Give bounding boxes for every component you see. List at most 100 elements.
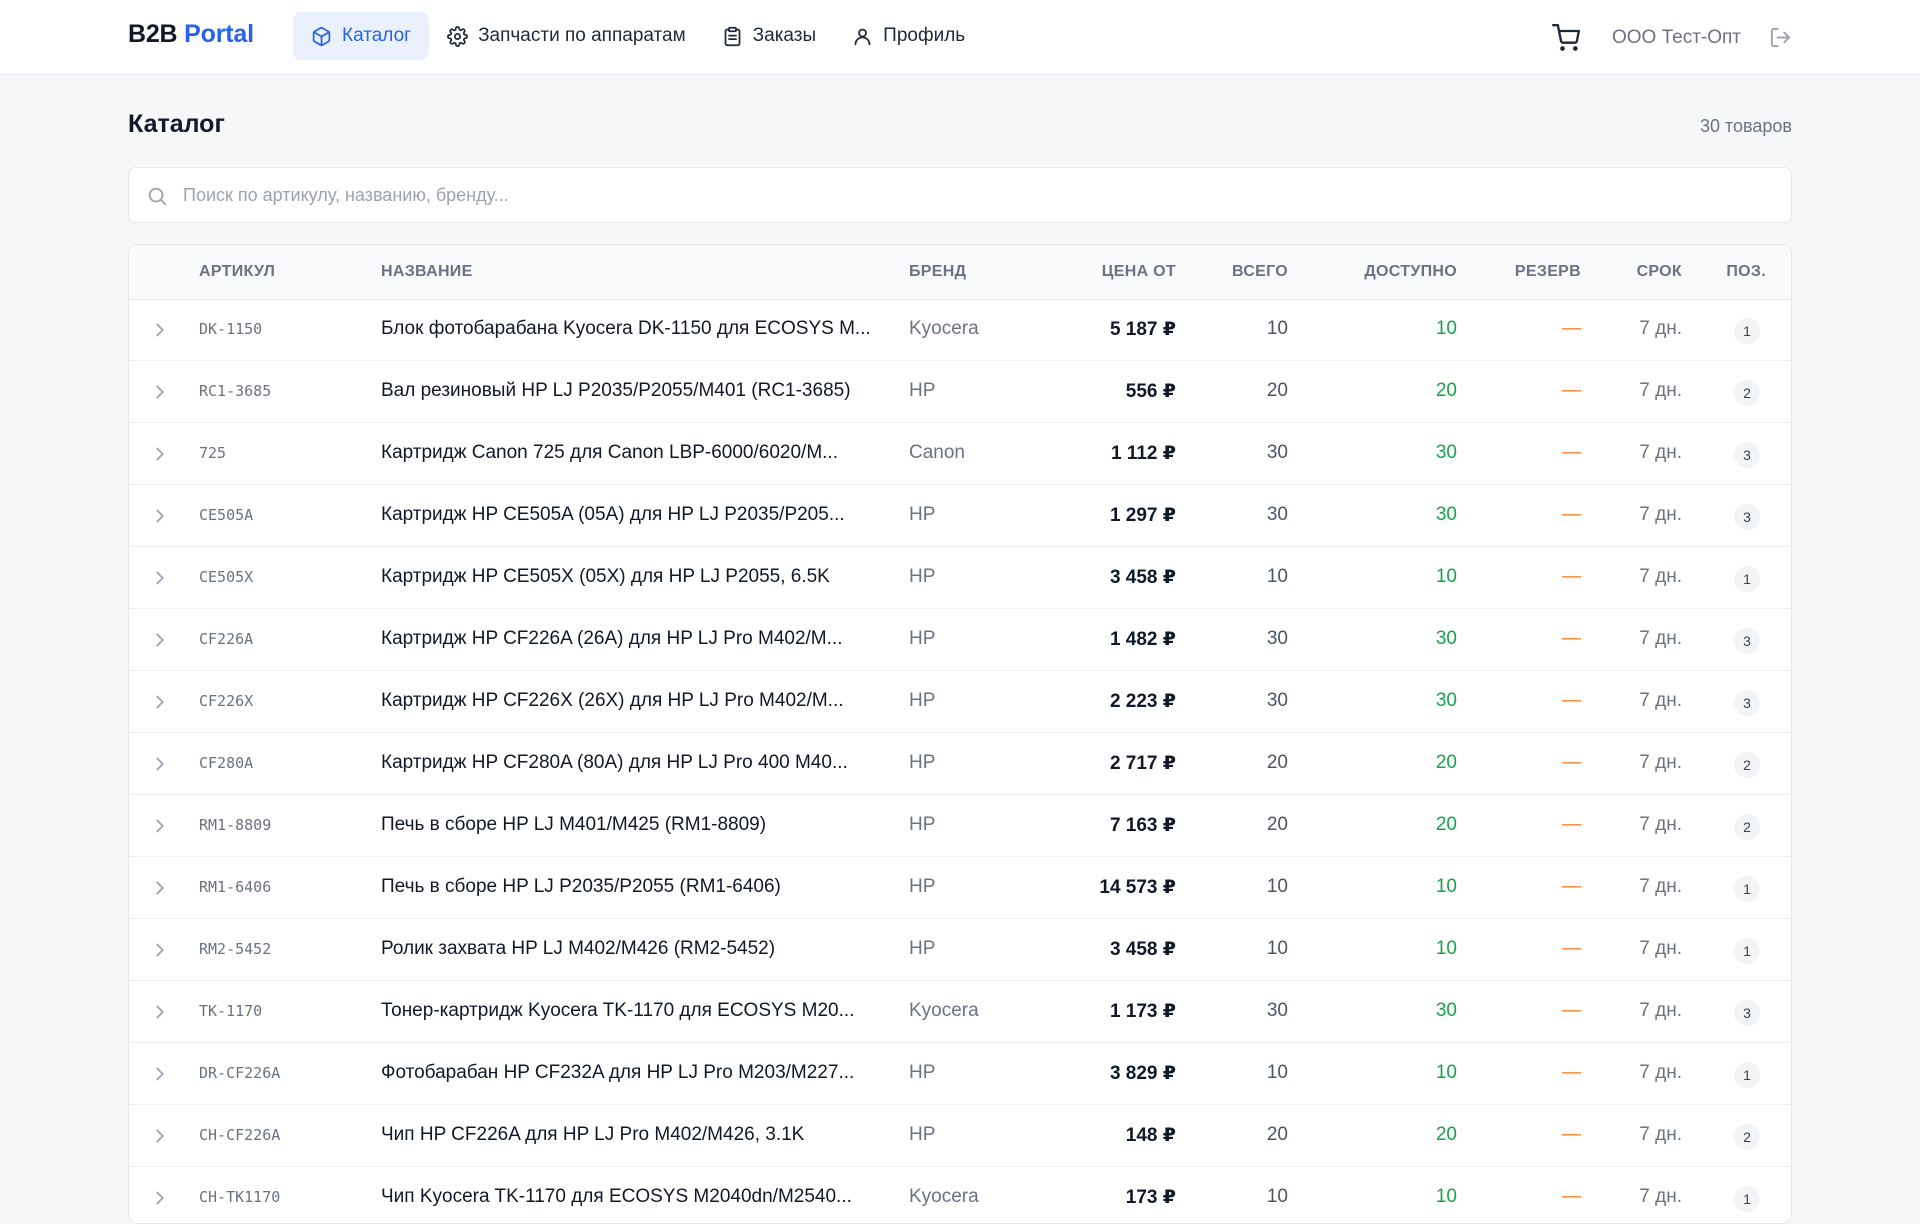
sku-cell: RM1-8809 (199, 816, 272, 834)
name-cell: Чип Kyocera TK-1170 для ECOSYS M2040dn/M… (381, 1186, 852, 1207)
total-cell: 10 (1266, 1062, 1288, 1083)
sku-cell: CE505A (199, 506, 254, 524)
table-row[interactable]: CF280A Картридж HP CF280A (80A) для HP LJ… (129, 734, 1791, 795)
reserve-cell: — (1562, 1000, 1581, 1021)
name-cell: Картридж HP CF226X (26X) для HP LJ Pro M… (381, 690, 844, 711)
chevron-right-icon[interactable] (149, 1187, 171, 1209)
name-cell: Блок фотобарабана Kyocera DK-1150 для EC… (381, 318, 871, 339)
term-cell: 7 дн. (1639, 1000, 1682, 1021)
table-row[interactable]: TK-1170 Тонер-картридж Kyocera TK-1170 дл… (129, 982, 1791, 1043)
name-cell: Тонер-картридж Kyocera TK-1170 для ECOSY… (381, 1000, 855, 1021)
logo-portal: Portal (184, 20, 254, 48)
column-header-brand[interactable]: БРЕНД (909, 263, 966, 281)
term-cell: 7 дн. (1639, 690, 1682, 711)
total-cell: 30 (1266, 690, 1288, 711)
brand-cell: Kyocera (909, 318, 979, 339)
chevron-right-icon[interactable] (149, 1125, 171, 1147)
positions-badge: 1 (1734, 318, 1760, 344)
total-cell: 10 (1266, 1186, 1288, 1207)
table-row[interactable]: CE505A Картридж HP CE505A (05A) для HP LJ… (129, 486, 1791, 547)
table-row[interactable]: DK-1150 Блок фотобарабана Kyocera DK-1150… (129, 300, 1791, 361)
column-header-name[interactable]: НАЗВАНИЕ (381, 263, 473, 281)
reserve-cell: — (1562, 1062, 1581, 1083)
search-icon (148, 187, 167, 206)
price-cell: 3 458 ₽ (1109, 939, 1176, 960)
term-cell: 7 дн. (1639, 938, 1682, 959)
column-header-available[interactable]: ДОСТУПНО (1364, 263, 1457, 281)
column-header-sku[interactable]: АРТИКУЛ (199, 263, 275, 281)
total-cell: 10 (1266, 566, 1288, 587)
sku-cell: CH-TK1170 (199, 1188, 281, 1206)
table-row[interactable]: RM1-6406 Печь в сборе HP LJ P2035/P2055 (… (129, 858, 1791, 919)
chevron-right-icon[interactable] (149, 1063, 171, 1085)
brand-cell: HP (909, 566, 936, 587)
chevron-right-icon[interactable] (149, 1001, 171, 1023)
price-cell: 14 573 ₽ (1099, 877, 1176, 898)
available-cell: 30 (1435, 690, 1457, 711)
name-cell: Картридж HP CE505A (05A) для HP LJ P2035… (381, 504, 845, 525)
table-row[interactable]: CF226X Картридж HP CF226X (26X) для HP LJ… (129, 672, 1791, 733)
reserve-cell: — (1562, 876, 1581, 897)
reserve-cell: — (1562, 566, 1581, 587)
nav-item-profile[interactable]: Профиль (834, 12, 983, 60)
table-row[interactable]: CH-TK1170 Чип Kyocera TK-1170 для ECOSYS … (129, 1168, 1791, 1223)
reserve-cell: — (1562, 628, 1581, 649)
chevron-right-icon[interactable] (149, 629, 171, 651)
sku-cell: 725 (199, 444, 227, 462)
available-cell: 10 (1435, 1062, 1457, 1083)
logo-b2b: B2B (128, 20, 178, 48)
table-row[interactable]: RC1-3685 Вал резиновый HP LJ P2035/P2055/… (129, 362, 1791, 423)
column-header-positions[interactable]: ПОЗ. (1726, 263, 1766, 281)
table-row[interactable]: CH-CF226A Чип HP CF226A для HP LJ Pro M40… (129, 1106, 1791, 1167)
positions-badge: 1 (1734, 938, 1760, 964)
table-row[interactable]: CE505X Картридж HP CE505X (05X) для HP LJ… (129, 548, 1791, 609)
chevron-right-icon[interactable] (149, 319, 171, 341)
logo[interactable]: B2B Portal (128, 20, 254, 49)
table-row[interactable]: CF226A Картридж HP CF226A (26A) для HP LJ… (129, 610, 1791, 671)
price-cell: 2 717 ₽ (1109, 753, 1176, 774)
term-cell: 7 дн. (1639, 380, 1682, 401)
reserve-cell: — (1562, 690, 1581, 711)
name-cell: Фотобарабан HP CF232A для HP LJ Pro M203… (381, 1062, 855, 1083)
brand-cell: Canon (909, 442, 965, 463)
column-header-total[interactable]: ВСЕГО (1232, 263, 1288, 281)
logout-icon[interactable] (1769, 26, 1792, 49)
chevron-right-icon[interactable] (149, 381, 171, 403)
reserve-cell: — (1562, 1186, 1581, 1207)
table-row[interactable]: RM1-8809 Печь в сборе HP LJ M401/M425 (RM… (129, 796, 1791, 857)
price-cell: 556 ₽ (1125, 381, 1176, 402)
table-row[interactable]: DR-CF226A Фотобарабан HP CF232A для HP LJ… (129, 1044, 1791, 1105)
available-cell: 10 (1435, 1186, 1457, 1207)
positions-badge: 3 (1734, 504, 1760, 530)
term-cell: 7 дн. (1639, 1062, 1682, 1083)
reserve-cell: — (1562, 938, 1581, 959)
sku-cell: CE505X (199, 568, 254, 586)
chevron-right-icon[interactable] (149, 691, 171, 713)
user-icon (854, 28, 871, 45)
chevron-right-icon[interactable] (149, 505, 171, 527)
page-title: Каталог (128, 110, 225, 138)
chevron-right-icon[interactable] (149, 567, 171, 589)
column-header-price[interactable]: ЦЕНА ОТ (1102, 263, 1176, 281)
name-cell: Чип HP CF226A для HP LJ Pro M402/M426, 3… (381, 1124, 805, 1145)
cart-icon[interactable] (1551, 23, 1580, 52)
available-cell: 30 (1435, 628, 1457, 649)
chevron-right-icon[interactable] (149, 939, 171, 961)
nav-item-parts-by-device[interactable]: Запчасти по аппаратам (429, 12, 704, 60)
chevron-right-icon[interactable] (149, 753, 171, 775)
available-cell: 20 (1435, 814, 1457, 835)
brand-cell: HP (909, 380, 936, 401)
nav-item-orders[interactable]: Заказы (704, 12, 835, 60)
nav-item-catalog[interactable]: Каталог (293, 12, 430, 60)
table-row[interactable]: 725 Картридж Canon 725 для Canon LBP-6000… (129, 424, 1791, 485)
column-header-term[interactable]: СРОК (1637, 263, 1682, 281)
positions-badge: 1 (1734, 876, 1760, 902)
table-row[interactable]: RM2-5452 Ролик захвата HP LJ M402/M426 (R… (129, 920, 1791, 981)
available-cell: 10 (1435, 938, 1457, 959)
chevron-right-icon[interactable] (149, 815, 171, 837)
search-input[interactable] (183, 168, 1773, 222)
price-cell: 173 ₽ (1125, 1187, 1176, 1208)
chevron-right-icon[interactable] (149, 443, 171, 465)
column-header-reserve[interactable]: РЕЗЕРВ (1515, 263, 1581, 281)
chevron-right-icon[interactable] (149, 877, 171, 899)
